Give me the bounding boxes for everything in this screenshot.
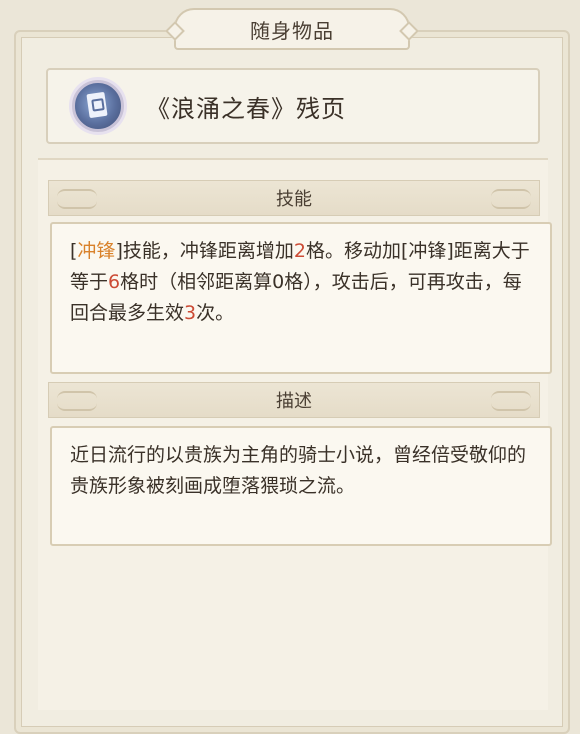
skill-text-segment: ]技能，冲锋距离增加 [115, 240, 294, 262]
skill-description: [冲锋]技能，冲锋距离增加2格。移动加[冲锋]距离大于等于6格时（相邻距离算0格… [70, 240, 530, 324]
skill-text-segment: 次。 [196, 302, 235, 324]
panel-title-tab: 随身物品 [174, 8, 410, 50]
skill-text-segment: 格时（相邻距离算0格），攻击后，可再攻击，每回合最多生效 [70, 271, 522, 324]
description-text-box: 近日流行的以贵族为主角的骑士小说，曾经倍受敬仰的贵族形象被刻画成堕落猥琐之流。 [50, 426, 552, 546]
item-header: 《浪涌之春》残页 [46, 68, 540, 144]
item-details: 技能 [冲锋]技能，冲锋距离增加2格。移动加[冲锋]距离大于等于6格时（相邻距离… [38, 158, 552, 710]
skill-highlight: 2 [293, 240, 306, 262]
description-section-header: 描述 [48, 382, 540, 418]
skill-highlight: 6 [108, 271, 121, 293]
panel-title: 随身物品 [250, 18, 334, 43]
skill-highlight: 3 [184, 302, 197, 324]
skill-heading: 技能 [276, 189, 312, 210]
description-heading: 描述 [276, 391, 312, 412]
item-name: 《浪涌之春》残页 [146, 94, 346, 123]
skill-highlight: 冲锋 [77, 240, 116, 262]
skill-section-header: 技能 [48, 180, 540, 216]
book-page-icon [72, 80, 124, 132]
skill-text-box: [冲锋]技能，冲锋距离增加2格。移动加[冲锋]距离大于等于6格时（相邻距离算0格… [50, 222, 552, 374]
description-text: 近日流行的以贵族为主角的骑士小说，曾经倍受敬仰的贵族形象被刻画成堕落猥琐之流。 [70, 444, 527, 497]
